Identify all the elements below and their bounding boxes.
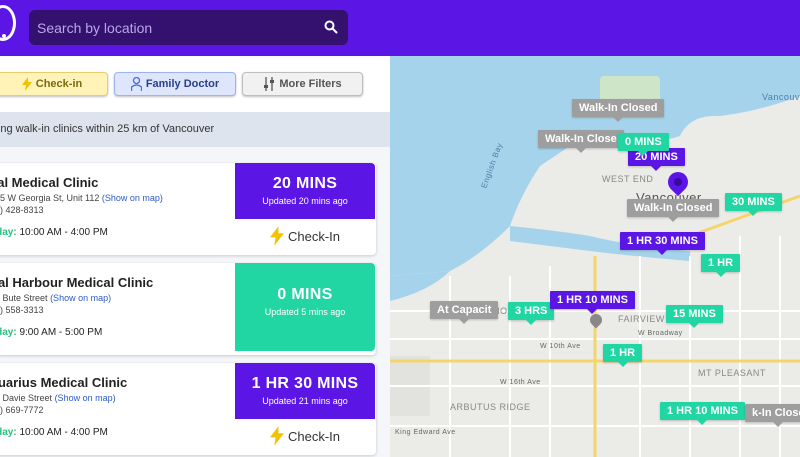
wait-time: 1 HR 30 MINS	[251, 375, 359, 392]
map-marker-closed[interactable]: Walk-In Closed	[627, 199, 720, 222]
wait-time-box: 20 MINS Updated 20 mins ago	[235, 163, 375, 219]
results-info-bar: wing walk-in clinics within 25 km of Van…	[0, 112, 390, 147]
clinic-hours: oday: 9:00 AM - 5:00 PM	[0, 327, 102, 338]
logo-dot-icon	[2, 34, 6, 38]
family-doctor-filter-label: Family Doctor	[145, 78, 220, 90]
map-marker-closed[interactable]: Walk-In Close	[538, 130, 624, 153]
map-label-west-end: WEST END	[602, 174, 654, 184]
more-filters-label: More Filters	[279, 78, 342, 90]
hours-value: 10:00 AM - 4:00 PM	[19, 427, 108, 438]
map-label-fairview: FAIRVIEW	[618, 314, 665, 324]
wait-time-box: 1 HR 30 MINS Updated 21 mins ago	[235, 363, 375, 419]
clinic-list: yal Medical Clinic 055 W Georgia St, Uni…	[0, 147, 390, 457]
checkin-button-label: Check-In	[287, 228, 341, 244]
map-marker-wait[interactable]: 1 HR	[603, 344, 643, 367]
map-marker-wait[interactable]: 1 HR 30 MINS	[620, 232, 705, 255]
clinic-address-text: 79 Davie Street	[0, 393, 53, 403]
clinic-phone: 04) 669-7772	[0, 405, 44, 415]
map-label-w-broadway: W Broadway	[638, 330, 683, 337]
map-label-w-10th: W 10th Ave	[540, 343, 581, 350]
wait-time-box: 0 MINS Updated 5 mins ago	[235, 263, 375, 351]
map-marker-wait[interactable]: 15 MINS	[666, 305, 723, 328]
wait-updated: Updated 21 mins ago	[262, 396, 348, 406]
show-on-map-link[interactable]: (Show on map)	[102, 193, 163, 203]
clinic-list-panel: Check-in Family Doctor More Filters wing…	[0, 56, 390, 457]
clinic-address-text: 055 W Georgia St, Unit 112	[0, 193, 100, 203]
checkin-button-label: Check-In	[287, 428, 341, 444]
clinic-address-text: 22 Bute Street	[0, 293, 48, 303]
doctor-icon	[130, 77, 142, 91]
clinic-card[interactable]: oal Harbour Medical Clinic 22 Bute Stree…	[0, 263, 376, 355]
clinic-card[interactable]: yal Medical Clinic 055 W Georgia St, Uni…	[0, 163, 376, 255]
checkin-button[interactable]: Check-In	[235, 219, 375, 253]
app-root: Check-in Family Doctor More Filters	[0, 0, 800, 457]
results-info-text: wing walk-in clinics within 25 km of Van…	[0, 123, 215, 135]
map-marker-wait[interactable]: 1 HR 10 MINS	[550, 291, 635, 314]
map-marker-wait[interactable]: 0 MINS	[618, 133, 669, 156]
search-icon[interactable]	[324, 20, 338, 34]
clinic-hours: oday: 10:00 AM - 4:00 PM	[0, 227, 108, 238]
checkin-filter-button[interactable]: Check-in	[0, 72, 108, 96]
clinic-address: 055 W Georgia St, Unit 112 (Show on map)	[0, 193, 163, 203]
lightning-icon	[269, 426, 284, 446]
today-label: oday:	[0, 227, 17, 238]
map-label-king-edward: King Edward Ave	[395, 429, 456, 436]
map-marker-wait[interactable]: 1 HR 10 MINS	[660, 402, 745, 425]
clinic-name: quarius Medical Clinic	[0, 375, 128, 390]
today-label: oday:	[0, 327, 17, 338]
wait-time: 20 MINS	[272, 175, 338, 192]
more-filters-button[interactable]: More Filters	[242, 72, 363, 96]
lightning-icon	[269, 226, 284, 246]
clinic-card[interactable]: quarius Medical Clinic 79 Davie Street (…	[0, 363, 376, 455]
map-marker-wait[interactable]: 1 HR	[701, 254, 741, 277]
filter-bar: Check-in Family Doctor More Filters	[0, 56, 390, 112]
wait-updated: Updated 5 mins ago	[264, 307, 346, 317]
map-marker-at-capacity[interactable]: At Capacit	[430, 301, 499, 324]
clinic-address: 79 Davie Street (Show on map)	[0, 393, 116, 403]
map-label-mt-pleasant: MT PLEASANT	[698, 368, 766, 378]
map-marker-wait[interactable]: 3 HRS	[508, 302, 555, 325]
search-bar	[29, 10, 348, 45]
checkin-button[interactable]: Check-In	[235, 419, 375, 453]
today-label: oday:	[0, 427, 17, 438]
family-doctor-filter-button[interactable]: Family Doctor	[114, 72, 236, 96]
wait-time: 0 MINS	[277, 286, 333, 303]
map-marker-wait[interactable]: 30 MINS	[725, 193, 782, 216]
clinic-phone: 04) 558-3313	[0, 305, 44, 315]
show-on-map-link[interactable]: (Show on map)	[55, 393, 116, 403]
hours-value: 9:00 AM - 5:00 PM	[19, 327, 103, 338]
map-view[interactable]: WEST END Vancouver KITSILANO FAIRVIEW MT…	[390, 56, 800, 457]
lightning-icon	[21, 77, 32, 91]
wait-updated: Updated 20 mins ago	[262, 196, 348, 206]
search-input[interactable]	[29, 10, 319, 45]
map-label-vancouver-harbour: Vancouv	[762, 92, 800, 102]
map-marker-closed[interactable]: k-In Close	[745, 404, 800, 427]
show-on-map-link[interactable]: (Show on map)	[50, 293, 111, 303]
clinic-address: 22 Bute Street (Show on map)	[0, 293, 111, 303]
top-header	[0, 0, 800, 56]
map-label-w-16th: W 16th Ave	[500, 379, 541, 386]
clinic-hours: oday: 10:00 AM - 4:00 PM	[0, 427, 108, 438]
hours-value: 10:00 AM - 4:00 PM	[19, 227, 108, 238]
clinic-name: oal Harbour Medical Clinic	[0, 275, 154, 290]
map-label-arbutus-ridge: ARBUTUS RIDGE	[450, 402, 531, 412]
checkin-filter-label: Check-in	[35, 78, 83, 90]
map-marker-closed[interactable]: Walk-In Closed	[572, 99, 665, 122]
clinic-name: yal Medical Clinic	[0, 175, 99, 190]
sliders-icon	[264, 77, 275, 91]
clinic-phone: 04) 428-8313	[0, 205, 44, 215]
